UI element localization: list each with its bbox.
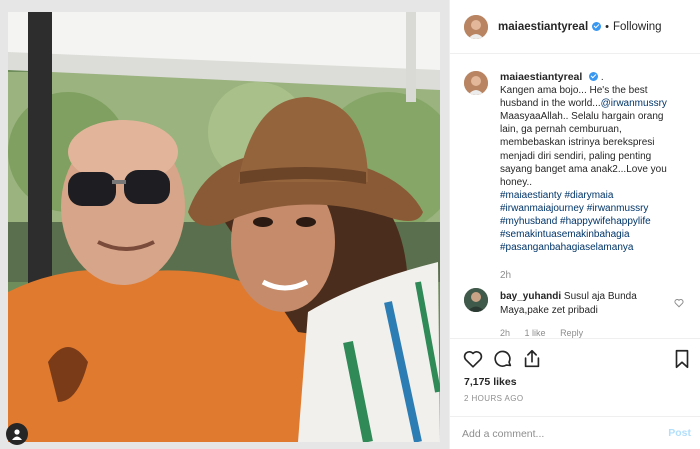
caption-line: menjadi diri sendiri, paling penting	[500, 150, 652, 162]
like-count[interactable]: 7,175 likes	[464, 376, 517, 388]
user-avatar-icon[interactable]	[6, 423, 28, 445]
post-photo[interactable]	[8, 12, 440, 442]
verified-badge-icon	[592, 22, 602, 31]
caption-line: sayang banget ama anak2...Love you	[500, 163, 667, 175]
post-header: maiaestiantyreal • Following	[450, 0, 700, 54]
hashtag-link[interactable]: #diarymaia	[564, 190, 613, 201]
comment-likes[interactable]: 1 like	[525, 328, 546, 338]
comment-reply-button[interactable]: Reply	[560, 328, 583, 338]
commenter-username[interactable]: bay_yuhandi	[500, 291, 561, 302]
commenter-avatar[interactable]	[464, 288, 488, 312]
post-actions: 7,175 likes 2 HOURS AGO Post	[450, 338, 700, 449]
comment-icon[interactable]	[492, 348, 514, 370]
hashtag-link[interactable]: #myhusband	[500, 216, 557, 227]
comment-timestamp[interactable]: 2h	[500, 328, 510, 338]
post-timestamp[interactable]: 2 HOURS AGO	[464, 394, 524, 403]
comment-meta: 2h 1 like Reply	[500, 328, 595, 338]
comments-list[interactable]: maiaestiantyreal . Kangen ama bojo... He…	[450, 55, 700, 338]
verified-badge-icon	[589, 72, 599, 81]
post-comment-button[interactable]: Post	[668, 427, 691, 439]
action-row	[462, 348, 692, 372]
caption-dot: .	[600, 72, 604, 83]
caption-avatar[interactable]	[464, 71, 488, 95]
comment-input[interactable]	[462, 425, 652, 443]
add-comment-bar: Post	[450, 416, 700, 449]
caption-text: maiaestiantyreal . Kangen ama bojo... He…	[500, 71, 700, 254]
caption-line: MaasyaaAllah.. Selalu hargain orang	[500, 111, 664, 123]
caption-line: honey..	[500, 176, 533, 188]
mention-link[interactable]: @irwanmussry	[601, 98, 667, 109]
header-separator: •	[605, 20, 609, 33]
share-icon[interactable]	[521, 348, 543, 370]
following-button[interactable]: Following	[613, 21, 662, 33]
caption-line: membebaskan istrinya berekspresi	[500, 137, 655, 149]
caption-line: husband in the world...	[500, 98, 601, 110]
bookmark-icon[interactable]	[671, 348, 693, 370]
hashtag-link[interactable]: #irwanmussry	[587, 203, 649, 214]
heart-icon[interactable]	[462, 348, 484, 370]
caption-line: Kangen ama bojo... He's the best	[500, 85, 648, 97]
post-sidebar: maiaestiantyreal • Following maiaestiant…	[449, 0, 700, 449]
caption-username[interactable]: maiaestiantyreal	[500, 71, 582, 83]
hashtag-link[interactable]: #happywifehappylife	[560, 216, 651, 227]
hashtag-link[interactable]: #maiaestianty	[500, 190, 562, 201]
comment-text: bay_yuhandi Susul aja Bunda Maya,pake ze…	[500, 290, 675, 318]
caption-line: lain, ga pernah cemburuan,	[500, 124, 622, 136]
hashtag-link[interactable]: #pasanganbahagiaselamanya	[500, 242, 633, 253]
comment-line: Maya,pake zet pribadi	[500, 305, 598, 316]
comment-like-heart-icon[interactable]	[674, 295, 684, 313]
author-avatar[interactable]	[464, 14, 488, 39]
comment-line: Susul aja Bunda	[563, 291, 637, 302]
hashtag-link[interactable]: #semakintuasemakinbahagia	[500, 229, 630, 240]
caption-timestamp[interactable]: 2h	[500, 270, 511, 281]
hashtag-link[interactable]: #irwanmaiajourney	[500, 203, 584, 214]
author-username[interactable]: maiaestiantyreal	[498, 21, 588, 33]
